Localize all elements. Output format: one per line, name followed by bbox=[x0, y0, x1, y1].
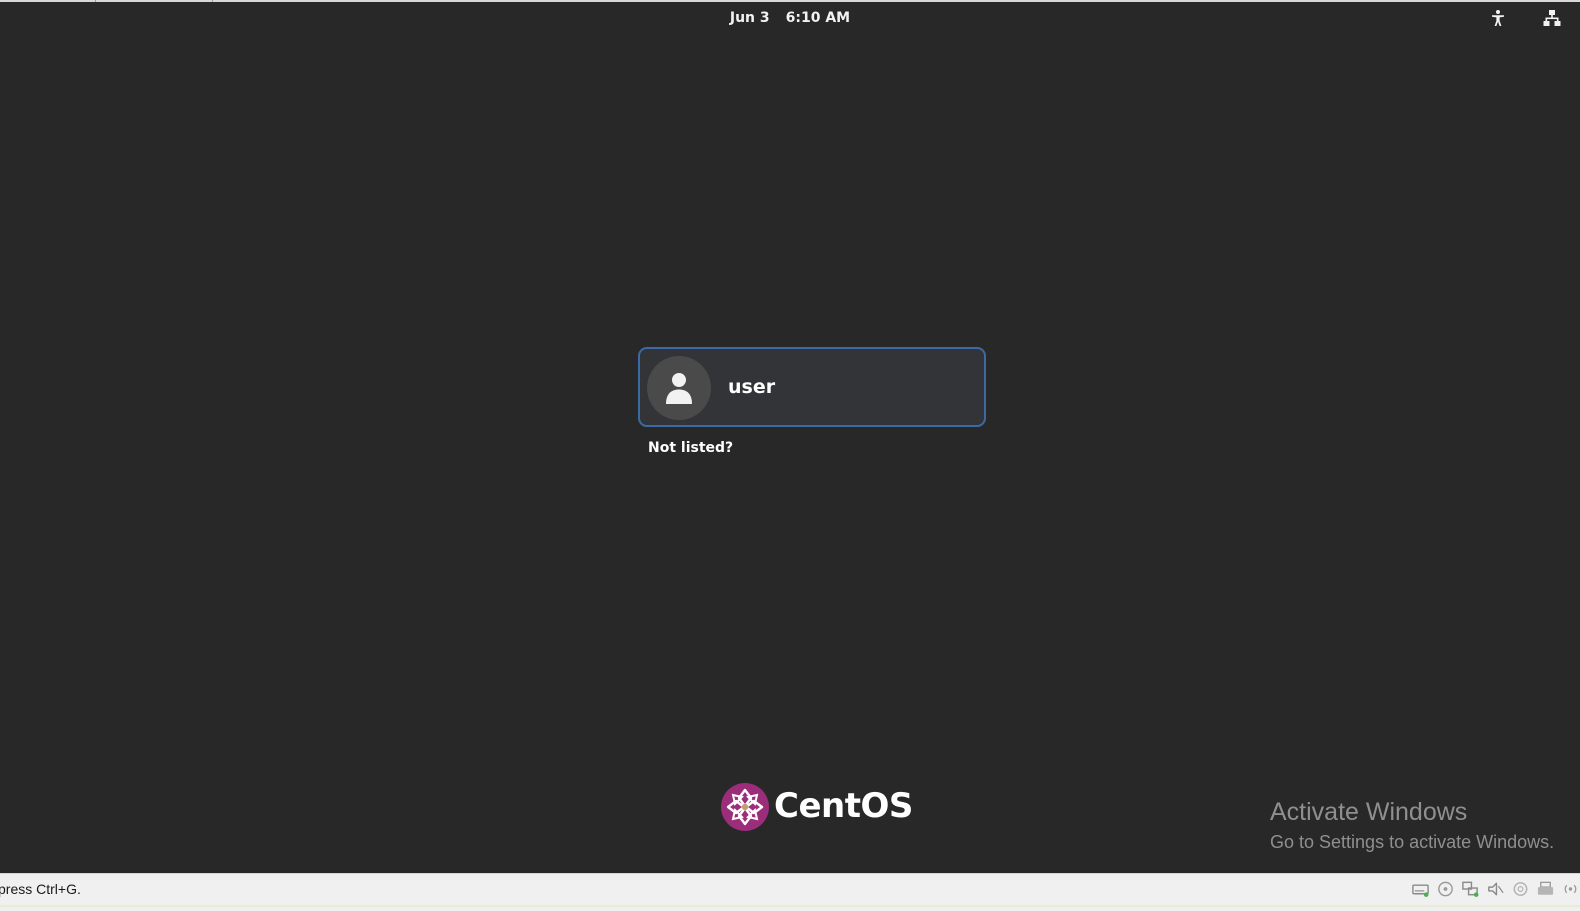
activate-windows-watermark: Activate Windows Go to Settings to activ… bbox=[1270, 797, 1554, 857]
usb-icon[interactable] bbox=[1511, 880, 1530, 898]
network-adapter-icon[interactable] bbox=[1461, 880, 1480, 898]
not-listed-link[interactable]: Not listed? bbox=[648, 440, 733, 456]
date-time[interactable]: Jun 3 6:10 AM bbox=[0, 10, 1580, 26]
audio-icon[interactable] bbox=[1486, 880, 1505, 898]
status-hint: press Ctrl+G. bbox=[0, 881, 81, 897]
login-screen: Jun 3 6:10 AM user Not listed? CentOS Ac… bbox=[0, 0, 1580, 873]
vm-device-icons bbox=[1411, 879, 1580, 899]
accessibility-icon[interactable] bbox=[1488, 8, 1508, 28]
top-bar: Jun 3 6:10 AM bbox=[0, 2, 1580, 34]
logo-text: CentOS bbox=[774, 786, 913, 826]
date-label: Jun 3 bbox=[729, 10, 770, 26]
hard-disk-icon[interactable] bbox=[1411, 880, 1430, 898]
user-list-item[interactable]: user bbox=[638, 347, 986, 427]
vm-status-bar: press Ctrl+G. bbox=[0, 873, 1580, 911]
remote-display-icon[interactable] bbox=[1561, 880, 1580, 898]
printer-icon[interactable] bbox=[1536, 880, 1555, 898]
watermark-title: Activate Windows bbox=[1270, 798, 1468, 826]
network-icon[interactable] bbox=[1542, 8, 1562, 28]
time-label: 6:10 AM bbox=[785, 10, 851, 26]
watermark-subtitle: Go to Settings to activate Windows. bbox=[1270, 832, 1555, 852]
user-silhouette-icon bbox=[666, 373, 692, 404]
optical-drive-icon[interactable] bbox=[1436, 880, 1455, 898]
avatar bbox=[647, 356, 711, 420]
user-name: user bbox=[728, 376, 776, 398]
centos-logo-icon bbox=[721, 783, 769, 831]
